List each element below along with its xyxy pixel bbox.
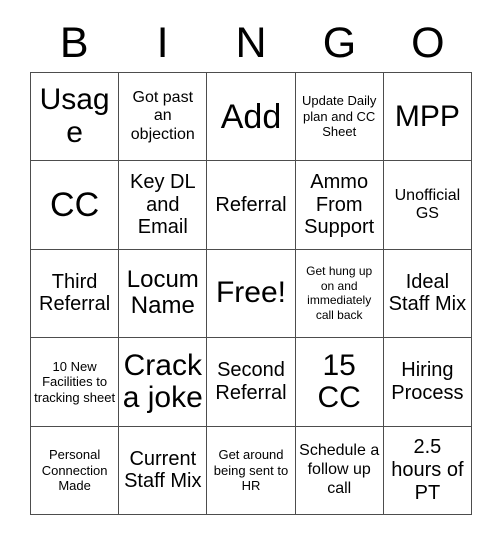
bingo-cell-n4[interactable]: Second Referral [207, 338, 296, 427]
bingo-cell-b1[interactable]: Usage [31, 73, 120, 162]
bingo-cell-label: 10 New Facilities to tracking sheet [34, 358, 116, 405]
bingo-cell-label: Update Daily plan and CC Sheet [301, 93, 377, 140]
bingo-cell-i2[interactable]: Key DL and Email [119, 161, 208, 250]
bingo-cell-n2[interactable]: Referral [207, 161, 296, 250]
bingo-cell-label: Referral [215, 193, 287, 216]
bingo-header-row: B I N G O [30, 14, 472, 72]
bingo-cell-free-space[interactable]: Free! [207, 249, 296, 339]
header-letter-i: I [156, 18, 169, 67]
bingo-cell-g4[interactable]: 15 CC [295, 338, 384, 427]
bingo-cell-label: Personal Connection Made [41, 446, 108, 494]
bingo-cell-b4[interactable]: 10 New Facilities to tracking sheet [31, 338, 120, 427]
bingo-cell-i5[interactable]: Current Staff Mix [119, 426, 208, 515]
free-space-label: Free! [215, 276, 286, 310]
bingo-cell-label: Usage [39, 83, 110, 149]
header-letter-b: B [59, 18, 89, 67]
bingo-cell-g1[interactable]: Update Daily plan and CC Sheet [295, 73, 384, 162]
bingo-cell-o4[interactable]: Hiring Process [383, 338, 472, 427]
bingo-cell-label: Locum Name [126, 265, 199, 320]
bingo-cell-b2[interactable]: CC [31, 161, 120, 250]
bingo-grid: Usage Got past an objection Add Update D… [30, 72, 472, 515]
bingo-cell-label: Get hung up on and immediately call back [306, 264, 373, 323]
bingo-cell-o5[interactable]: 2.5 hours of PT [383, 426, 472, 515]
bingo-cell-o3[interactable]: Ideal Staff Mix [383, 249, 472, 339]
bingo-cell-label: Ideal Staff Mix [388, 270, 467, 316]
header-letter-n: N [235, 18, 267, 67]
bingo-cell-label: MPP [394, 99, 460, 133]
bingo-card: B I N G O Usage Got past an objection Ad… [0, 0, 500, 544]
bingo-cell-label: Key DL and Email [129, 170, 196, 239]
bingo-cell-label: Schedule a follow up call [299, 442, 380, 497]
bingo-cell-b3[interactable]: Third Referral [31, 249, 120, 339]
bingo-cell-label: Add [220, 97, 282, 136]
bingo-cell-i3[interactable]: Locum Name [119, 249, 208, 339]
bingo-cell-b5[interactable]: Personal Connection Made [31, 426, 120, 515]
bingo-cell-label: Crack a joke [122, 348, 203, 414]
bingo-cell-label: Got past an objection [130, 88, 195, 143]
bingo-cell-label: Third Referral [39, 270, 111, 316]
header-letter-o: O [411, 18, 445, 67]
bingo-cell-label: Ammo From Support [304, 170, 375, 239]
bingo-cell-i4[interactable]: Crack a joke [119, 338, 208, 427]
header-letter-g: G [322, 18, 357, 67]
bingo-cell-n5[interactable]: Get around being sent to HR [207, 426, 296, 515]
bingo-cell-g5[interactable]: Schedule a follow up call [295, 426, 384, 515]
bingo-cell-label: Hiring Process [391, 359, 464, 404]
bingo-cell-i1[interactable]: Got past an objection [119, 73, 208, 162]
bingo-cell-label: Unofficial GS [394, 186, 461, 223]
bingo-cell-n1[interactable]: Add [207, 73, 296, 162]
bingo-cell-label: 2.5 hours of PT [391, 436, 464, 504]
bingo-cell-label: Get around being sent to HR [213, 446, 289, 494]
bingo-cell-g3[interactable]: Get hung up on and immediately call back [295, 249, 384, 339]
bingo-cell-o2[interactable]: Unofficial GS [383, 161, 472, 250]
bingo-cell-label: Second Referral [215, 359, 287, 404]
bingo-cell-label: 15 CC [317, 348, 361, 414]
bingo-cell-o1[interactable]: MPP [383, 73, 472, 162]
bingo-cell-label: CC [50, 186, 100, 225]
bingo-cell-g2[interactable]: Ammo From Support [295, 161, 384, 250]
bingo-cell-label: Current Staff Mix [124, 447, 202, 493]
